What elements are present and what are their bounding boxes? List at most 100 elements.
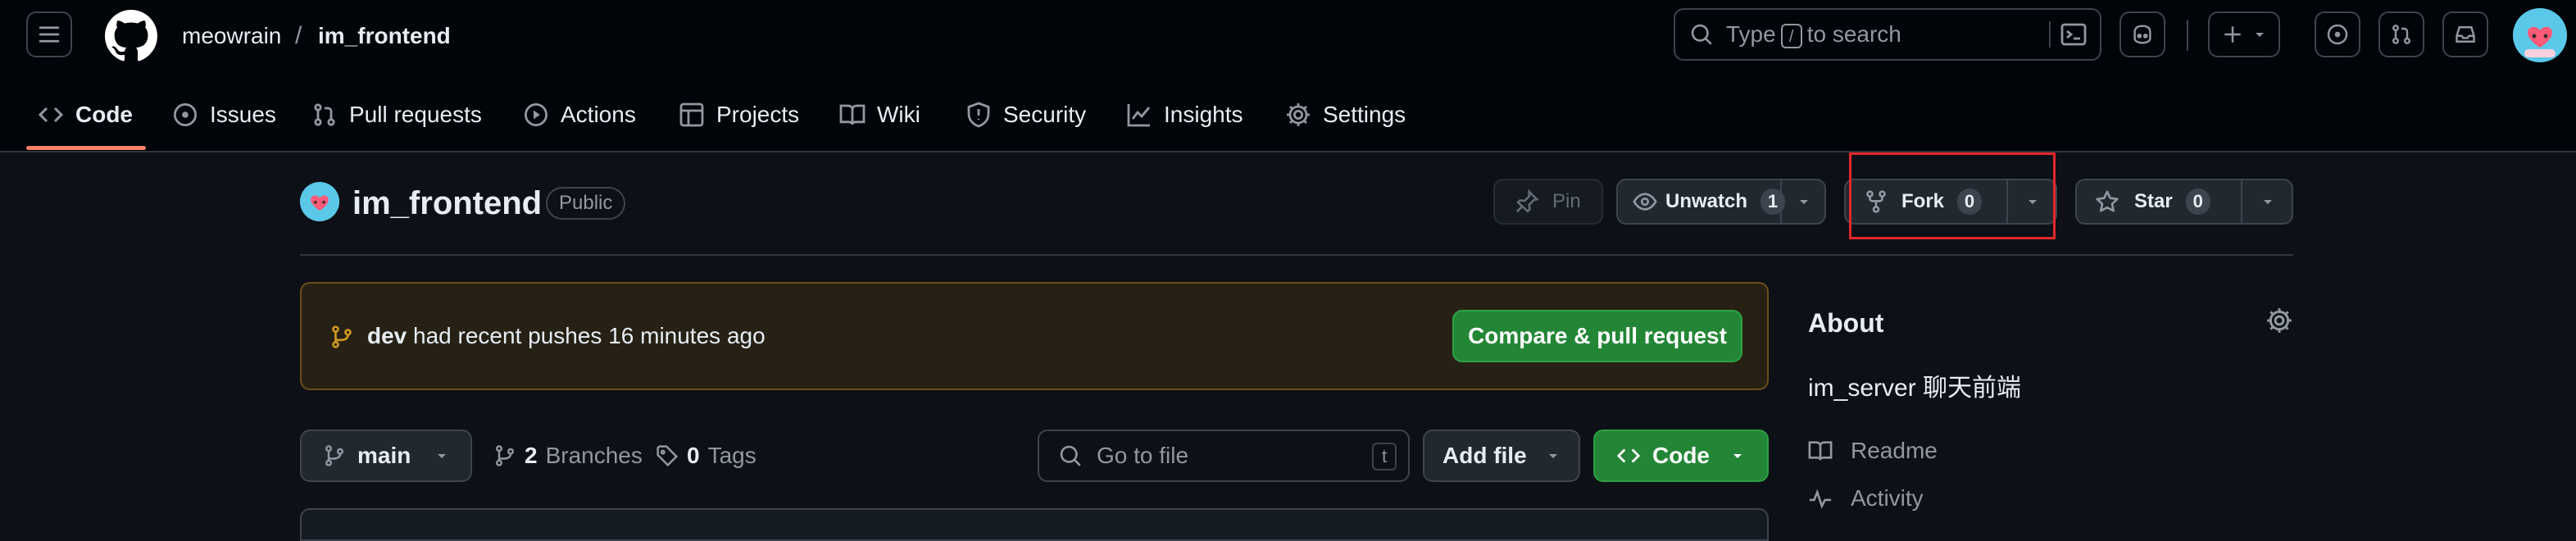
search-shortcut-key: / <box>1780 23 1802 48</box>
hamburger-icon <box>39 26 60 43</box>
book-icon <box>1808 441 1833 461</box>
menu-button[interactable] <box>26 11 72 57</box>
breadcrumb-separator: / <box>295 22 302 49</box>
issues-button[interactable] <box>2315 11 2360 57</box>
go-to-file-placeholder: Go to file <box>1097 443 1189 468</box>
graph-icon <box>1127 104 1151 127</box>
banner-message: dev had recent pushes 16 minutes ago <box>367 320 766 352</box>
unwatch-label: Unwatch <box>1665 190 1748 212</box>
code-icon <box>38 107 64 123</box>
pin-label: Pin <box>1552 190 1581 212</box>
pin-button[interactable]: Pin <box>1493 179 1603 225</box>
search-suffix: to search <box>1806 21 1901 47</box>
code-icon <box>1616 448 1641 463</box>
search-icon <box>1060 445 1081 466</box>
chevron-down-icon <box>1733 454 1742 458</box>
book-icon <box>839 104 865 125</box>
branches-label: Branches <box>545 443 643 468</box>
command-palette-icon[interactable] <box>2060 21 2087 48</box>
tab-insights-label: Insights <box>1164 102 1243 127</box>
activity-link[interactable]: Activity <box>1808 482 1924 515</box>
create-new-button[interactable] <box>2208 11 2280 57</box>
activity-label: Activity <box>1851 485 1924 511</box>
tab-code-label: Code <box>75 102 133 127</box>
pin-icon <box>1515 189 1539 213</box>
chevron-down-icon <box>1548 454 1557 458</box>
pulse-icon <box>1809 489 1832 509</box>
visibility-badge: Public <box>546 187 626 220</box>
chevron-down-icon <box>2256 33 2264 37</box>
tab-pull-requests[interactable]: Pull requests <box>311 92 482 138</box>
go-to-file-shortcut: t <box>1372 443 1397 471</box>
fork-highlight-box <box>1849 152 2056 239</box>
banner-branch[interactable]: dev <box>367 323 407 348</box>
compare-pull-request-button[interactable]: Compare & pull request <box>1452 310 1742 362</box>
plus-icon <box>2224 26 2241 43</box>
inbox-icon <box>2456 26 2475 43</box>
eye-icon <box>1633 193 1657 211</box>
issue-icon <box>173 102 198 127</box>
tab-security-label: Security <box>1003 102 1087 127</box>
search-input[interactable]: Type / to search <box>1674 8 2101 61</box>
tab-code[interactable]: Code <box>38 92 133 138</box>
breadcrumb-owner[interactable]: meowrain <box>182 16 281 56</box>
gear-icon[interactable] <box>2265 307 2293 334</box>
tags-count: 0 <box>687 443 700 468</box>
readme-label: Readme <box>1851 438 1938 463</box>
repo-owner-avatar[interactable] <box>300 182 339 221</box>
chevron-down-icon <box>2264 200 2272 204</box>
repo-title[interactable]: im_frontend <box>352 182 542 225</box>
search-prefix: Type <box>1726 21 1776 47</box>
about-title: About <box>1808 308 1884 338</box>
search-placeholder: Type / to search <box>1726 10 1901 59</box>
shield-icon <box>967 102 990 128</box>
branch-selector[interactable]: main <box>300 430 472 482</box>
tab-wiki-label: Wiki <box>877 102 920 127</box>
add-file-button[interactable]: Add file <box>1423 430 1580 482</box>
add-file-label: Add file <box>1442 443 1527 468</box>
tab-settings[interactable]: Settings <box>1285 92 1406 138</box>
breadcrumb-repo[interactable]: im_frontend <box>318 16 451 56</box>
branches-count: 2 <box>525 443 538 468</box>
title-divider <box>300 254 2293 256</box>
star-label: Star <box>2134 190 2173 212</box>
issue-icon <box>2327 24 2348 45</box>
tags-link[interactable]: 0 Tags <box>656 430 756 482</box>
inbox-button[interactable] <box>2442 11 2488 57</box>
tab-projects-label: Projects <box>716 102 800 127</box>
star-icon <box>2096 190 2119 212</box>
tab-actions[interactable]: Actions <box>523 92 636 138</box>
watch-options-toggle[interactable] <box>1780 180 1826 223</box>
code-button-label: Code <box>1652 443 1710 468</box>
header-separator <box>2187 20 2188 51</box>
tab-insights[interactable]: Insights <box>1126 92 1243 138</box>
branch-icon <box>495 445 515 466</box>
branch-icon <box>325 445 344 466</box>
pull-request-icon <box>314 103 335 126</box>
pull-requests-button[interactable] <box>2378 11 2424 57</box>
copilot-button[interactable] <box>2119 11 2165 57</box>
copilot-icon <box>2133 25 2151 44</box>
file-list-header <box>300 508 1769 541</box>
branches-link[interactable]: 2 Branches <box>493 430 643 482</box>
table-icon <box>679 102 704 127</box>
tab-security[interactable]: Security <box>965 92 1086 138</box>
tags-label: Tags <box>707 443 756 468</box>
active-tab-indicator <box>26 146 146 150</box>
user-avatar[interactable] <box>2513 8 2567 62</box>
code-button[interactable]: Code <box>1593 430 1769 482</box>
pull-request-icon <box>2392 25 2411 44</box>
search-divider <box>2049 21 2051 48</box>
github-logo-icon[interactable] <box>105 10 157 62</box>
repo-description: im_server 聊天前端 <box>1808 375 2022 402</box>
tab-issues[interactable]: Issues <box>172 92 276 138</box>
tab-wiki[interactable]: Wiki <box>839 92 920 138</box>
readme-link[interactable]: Readme <box>1808 434 1938 467</box>
tab-projects[interactable]: Projects <box>679 92 799 138</box>
star-options-toggle[interactable] <box>2241 180 2293 223</box>
go-to-file-input[interactable]: Go to file t <box>1038 430 1410 482</box>
star-button[interactable]: Star 0 <box>2075 179 2293 225</box>
unwatch-button[interactable]: Unwatch 1 <box>1616 179 1826 225</box>
search-icon <box>1691 24 1712 45</box>
tab-settings-label: Settings <box>1323 102 1406 127</box>
